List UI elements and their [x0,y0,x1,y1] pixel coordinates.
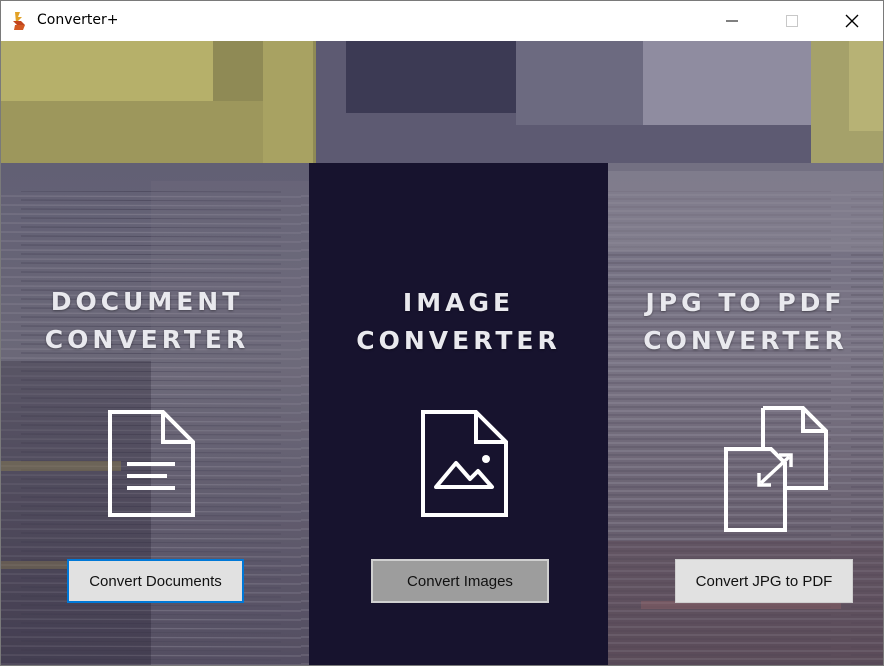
title-line: CONVERTER [643,326,848,355]
title-line: CONVERTER [356,326,561,355]
convert-documents-button[interactable]: Convert Documents [67,559,244,603]
converter-app-icon [13,12,25,30]
convert-jpg-to-pdf-button[interactable]: Convert JPG to PDF [675,559,853,603]
document-converter-title: DOCUMENT CONVERTER [1,283,293,359]
image-converter-title: IMAGE CONVERTER [309,284,608,360]
minimize-button[interactable] [709,1,755,41]
title-line: DOCUMENT [50,287,244,316]
image-file-icon [421,410,508,517]
title-line: CONVERTER [44,325,250,354]
app-window: Converter+ DOCUMENT CONVERTER Convert Do… [0,0,884,666]
document-file-icon [108,410,195,517]
window-title: Converter+ [37,12,119,28]
main-content: DOCUMENT CONVERTER Convert Documents IMA… [1,41,883,665]
file-transfer-icon [724,406,828,532]
close-icon [845,14,859,28]
maximize-icon [786,15,798,27]
title-line: JPG TO PDF [645,288,846,317]
convert-images-button[interactable]: Convert Images [371,559,549,603]
jpg-to-pdf-converter-title: JPG TO PDF CONVERTER [588,284,883,360]
minimize-icon [726,20,738,22]
title-bar[interactable]: Converter+ [1,1,883,41]
title-line: IMAGE [402,288,515,317]
maximize-button[interactable] [769,1,815,41]
close-button[interactable] [829,1,875,41]
